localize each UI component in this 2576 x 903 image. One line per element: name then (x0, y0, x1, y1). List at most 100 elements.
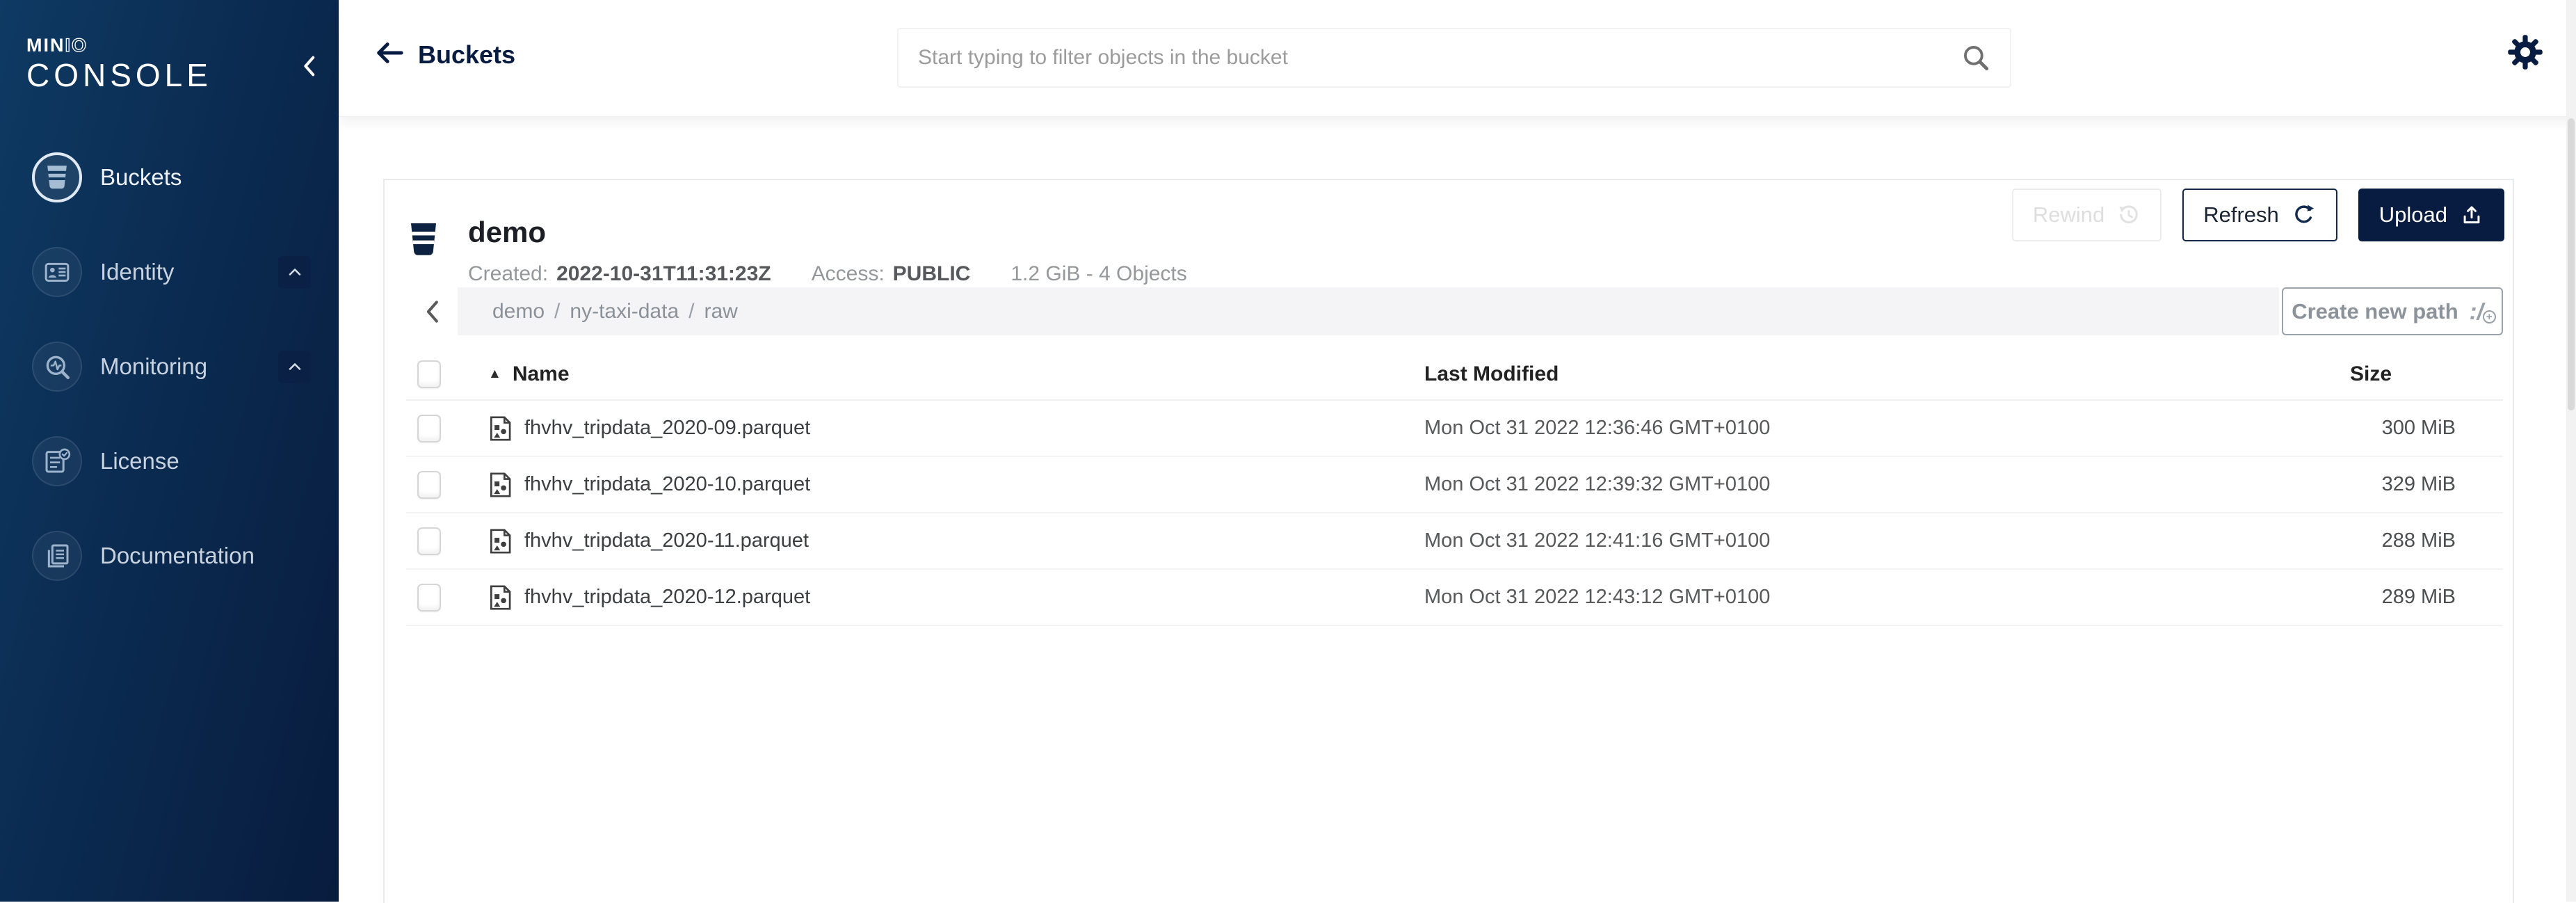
content-area: demo Created: 2022-10-31T11:31:23Z Acces… (339, 118, 2576, 902)
sort-asc-icon: ▲ (488, 367, 501, 382)
object-name: fhvhv_tripdata_2020-12.parquet (524, 586, 810, 609)
sidebar-item-label: License (100, 448, 179, 474)
column-header-name[interactable]: ▲ Name (488, 362, 1424, 386)
breadcrumb-item[interactable]: ny-taxi-data (570, 300, 679, 323)
column-header-modified[interactable]: Last Modified (1424, 362, 2191, 386)
documentation-icon (32, 531, 82, 581)
page-title: Buckets (418, 40, 515, 70)
row-checkbox[interactable] (417, 584, 441, 612)
sidebar-item-label: Identity (100, 259, 174, 285)
object-size: 329 MiB (2191, 473, 2503, 496)
logo: MINIO CONSOLE (26, 36, 318, 91)
chevron-up-icon[interactable] (278, 256, 311, 289)
back-arrow-icon (373, 39, 405, 67)
object-size: 300 MiB (2191, 417, 2503, 440)
object-name: fhvhv_tripdata_2020-10.parquet (524, 473, 810, 496)
bucket-actions: Rewind Refresh (2012, 189, 2504, 241)
bucket-meta: Created: 2022-10-31T11:31:23Z Access: PU… (468, 262, 1187, 286)
bucket-name: demo (468, 218, 1187, 247)
back-button[interactable] (373, 39, 405, 67)
table-row[interactable]: fhvhv_tripdata_2020-09.parquet Mon Oct 3… (406, 401, 2503, 457)
scrollbar-thumb[interactable] (2568, 118, 2575, 410)
sidebar-nav: Buckets Identity (0, 130, 339, 603)
breadcrumb-separator: / (689, 300, 694, 323)
sidebar-item-license[interactable]: License (0, 414, 339, 509)
object-size: 288 MiB (2191, 529, 2503, 552)
object-file-icon (488, 415, 512, 442)
column-header-size[interactable]: Size (2191, 362, 2503, 386)
rewind-icon (2117, 203, 2141, 227)
access-value: PUBLIC (893, 262, 971, 286)
create-new-path-button[interactable]: Create new path :/+ (2282, 287, 2503, 335)
path-bar: demo / ny-taxi-data / raw Create new pat… (406, 287, 2503, 335)
breadcrumb-separator: / (554, 300, 560, 323)
chevron-left-icon (300, 54, 318, 78)
table-row[interactable]: fhvhv_tripdata_2020-11.parquet Mon Oct 3… (406, 513, 2503, 570)
page-scrollbar[interactable] (2566, 0, 2576, 902)
main-area: Buckets (339, 0, 2576, 902)
breadcrumb-item[interactable]: raw (704, 300, 737, 323)
access-label: Access: (812, 262, 885, 286)
chevron-up-icon[interactable] (278, 351, 311, 383)
search-input[interactable] (918, 46, 1961, 70)
sidebar-item-identity[interactable]: Identity (0, 225, 339, 319)
name-header-label: Name (513, 362, 570, 386)
created-label: Created: (468, 262, 548, 286)
sidebar-item-documentation[interactable]: Documentation (0, 509, 339, 603)
identity-icon (32, 247, 82, 297)
bucket-icon (32, 152, 82, 202)
minio-logo: MINIO CONSOLE (26, 36, 212, 91)
object-modified: Mon Oct 31 2022 12:39:32 GMT+0100 (1424, 473, 2191, 496)
sidebar-item-label: Documentation (100, 543, 255, 569)
logo-text-min: MIN (26, 35, 65, 56)
table-header-row: ▲ Name Last Modified Size (406, 349, 2503, 401)
select-all-checkbox[interactable] (417, 360, 441, 388)
object-file-icon (488, 528, 512, 554)
search-icon (1961, 43, 1990, 72)
object-modified: Mon Oct 31 2022 12:41:16 GMT+0100 (1424, 529, 2191, 552)
objects-table: ▲ Name Last Modified Size (406, 349, 2503, 626)
sidebar-item-monitoring[interactable]: Monitoring (0, 319, 339, 414)
logo-text-io: IO (65, 35, 88, 56)
row-checkbox[interactable] (417, 415, 441, 442)
rewind-button[interactable]: Rewind (2012, 189, 2162, 241)
create-path-label: Create new path (2292, 299, 2458, 324)
license-icon (32, 436, 82, 486)
refresh-button[interactable]: Refresh (2182, 189, 2337, 241)
object-modified: Mon Oct 31 2022 12:43:12 GMT+0100 (1424, 586, 2191, 609)
upload-icon (2460, 203, 2484, 227)
bucket-panel: demo Created: 2022-10-31T11:31:23Z Acces… (383, 179, 2514, 903)
sidebar-item-label: Buckets (100, 164, 182, 191)
usage-summary: 1.2 GiB - 4 Objects (1011, 262, 1186, 286)
sidebar-item-label: Monitoring (100, 353, 207, 380)
table-row[interactable]: fhvhv_tripdata_2020-10.parquet Mon Oct 3… (406, 457, 2503, 513)
object-filter-search (897, 28, 2011, 88)
created-value: 2022-10-31T11:31:23Z (556, 262, 771, 286)
collapse-sidebar-button[interactable] (300, 54, 318, 78)
sidebar-item-buckets[interactable]: Buckets (0, 130, 339, 225)
logo-text-console: CONSOLE (26, 59, 212, 91)
upload-label: Upload (2379, 202, 2447, 227)
row-checkbox[interactable] (417, 471, 441, 499)
settings-button[interactable] (2506, 33, 2544, 71)
object-modified: Mon Oct 31 2022 12:36:46 GMT+0100 (1424, 417, 2191, 440)
refresh-label: Refresh (2203, 202, 2279, 227)
path-back-button[interactable] (406, 287, 458, 335)
create-path-icon: :/+ (2470, 298, 2493, 325)
monitoring-icon (32, 342, 82, 392)
table-row[interactable]: fhvhv_tripdata_2020-12.parquet Mon Oct 3… (406, 570, 2503, 626)
rewind-label: Rewind (2033, 202, 2104, 227)
settings-gear-icon (2506, 33, 2544, 71)
object-file-icon (488, 472, 512, 498)
topbar: Buckets (339, 0, 2576, 117)
object-name: fhvhv_tripdata_2020-09.parquet (524, 417, 810, 440)
object-file-icon (488, 584, 512, 611)
bucket-icon (407, 221, 440, 286)
chevron-left-icon (424, 300, 440, 323)
row-checkbox[interactable] (417, 527, 441, 555)
breadcrumb-item[interactable]: demo (492, 300, 545, 323)
breadcrumb: demo / ny-taxi-data / raw (458, 287, 2279, 335)
upload-button[interactable]: Upload (2358, 189, 2504, 241)
object-name: fhvhv_tripdata_2020-11.parquet (524, 529, 809, 552)
object-size: 289 MiB (2191, 586, 2503, 609)
